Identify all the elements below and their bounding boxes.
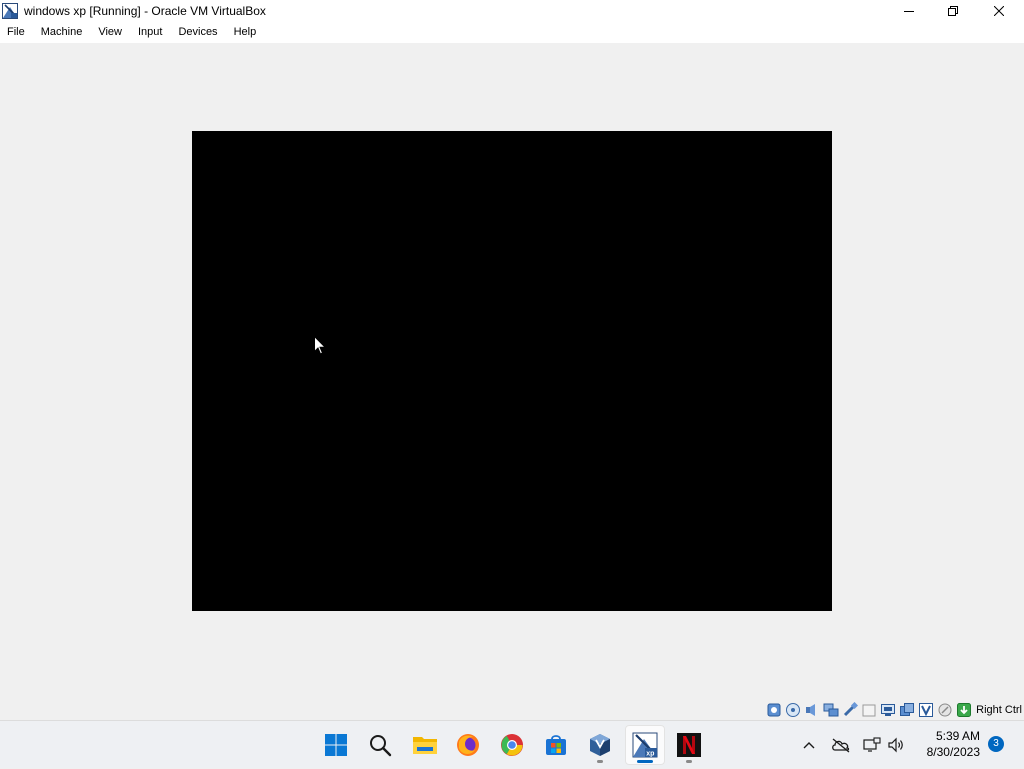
firefox-icon: [457, 734, 479, 756]
host-key-label: Right Ctrl: [976, 704, 1022, 716]
search-button[interactable]: [360, 725, 400, 765]
virtualbox-xp-icon[interactable]: [2, 3, 18, 19]
audio-icon[interactable]: [804, 702, 820, 718]
running-indicator: [686, 760, 692, 763]
vm-statusbar: Right Ctrl: [0, 700, 1024, 720]
windows-xp-vm-button[interactable]: xp: [625, 725, 665, 765]
menu-view[interactable]: View: [93, 22, 127, 43]
menu-input[interactable]: Input: [133, 22, 167, 43]
file-explorer-button[interactable]: [405, 725, 445, 765]
clock-time: 5:39 AM: [935, 729, 980, 743]
focused-indicator: [637, 760, 653, 763]
window-titlebar: windows xp [Running] - Oracle VM Virtual…: [0, 0, 1024, 22]
video-capture-icon[interactable]: [899, 702, 915, 718]
clock[interactable]: 5:39 AM 8/30/2023: [912, 728, 980, 760]
keyboard-icon[interactable]: [956, 702, 972, 718]
menu-file[interactable]: File: [2, 22, 30, 43]
onedrive-button[interactable]: [829, 721, 853, 769]
minimize-icon: [904, 11, 914, 12]
network-icon[interactable]: [823, 702, 839, 718]
window-title: windows xp [Running] - Oracle VM Virtual…: [24, 4, 266, 18]
volume-icon: [888, 737, 903, 753]
volume-button[interactable]: [885, 721, 907, 769]
mouse-integration-icon[interactable]: [937, 702, 953, 718]
usb-icon[interactable]: [842, 701, 859, 718]
taskbar: xp 5:39 AM 8/30/2023: [0, 720, 1024, 768]
start-icon: [325, 734, 347, 756]
notification-badge[interactable]: 3: [988, 736, 1004, 752]
shared-folders-icon[interactable]: [861, 702, 877, 718]
restore-button[interactable]: [930, 0, 976, 22]
menu-devices[interactable]: Devices: [173, 22, 222, 43]
menu-help[interactable]: Help: [229, 22, 262, 43]
menu-machine[interactable]: Machine: [36, 22, 88, 43]
chevron-up-icon: [803, 742, 815, 749]
close-button[interactable]: [976, 0, 1022, 22]
hard-disk-icon[interactable]: [766, 702, 782, 718]
netflix-icon: [677, 733, 701, 757]
microsoft-store-icon: [546, 735, 566, 755]
show-hidden-icons-button[interactable]: [798, 721, 820, 769]
clock-date: 8/30/2023: [926, 745, 980, 759]
virtualbox-button[interactable]: [580, 725, 620, 765]
chrome-icon: [501, 734, 523, 756]
menu-bar: File Machine View Input Devices Help: [0, 22, 1024, 43]
start-button[interactable]: [316, 725, 356, 765]
running-indicator: [597, 760, 603, 763]
svg-text:xp: xp: [646, 751, 654, 758]
optical-drive-icon[interactable]: [785, 702, 801, 718]
search-icon: [370, 735, 392, 757]
network-status-button[interactable]: [861, 721, 883, 769]
onedrive-offline-icon: [832, 738, 850, 753]
restore-icon: [948, 6, 958, 16]
file-explorer-icon: [413, 737, 437, 754]
minimize-button[interactable]: [886, 0, 932, 22]
microsoft-store-button[interactable]: [536, 725, 576, 765]
virtualbox-icon: [590, 734, 610, 756]
network-monitor-icon: [863, 737, 881, 752]
mouse-pointer-icon: [314, 336, 326, 355]
close-icon: [994, 6, 1004, 16]
display-icon[interactable]: [880, 702, 896, 718]
vm-display[interactable]: [192, 131, 832, 611]
windows-xp-vm-icon: xp: [632, 732, 658, 758]
firefox-button[interactable]: [448, 725, 488, 765]
netflix-button[interactable]: [669, 725, 709, 765]
virtualization-icon[interactable]: [918, 702, 934, 718]
chrome-button[interactable]: [492, 725, 532, 765]
